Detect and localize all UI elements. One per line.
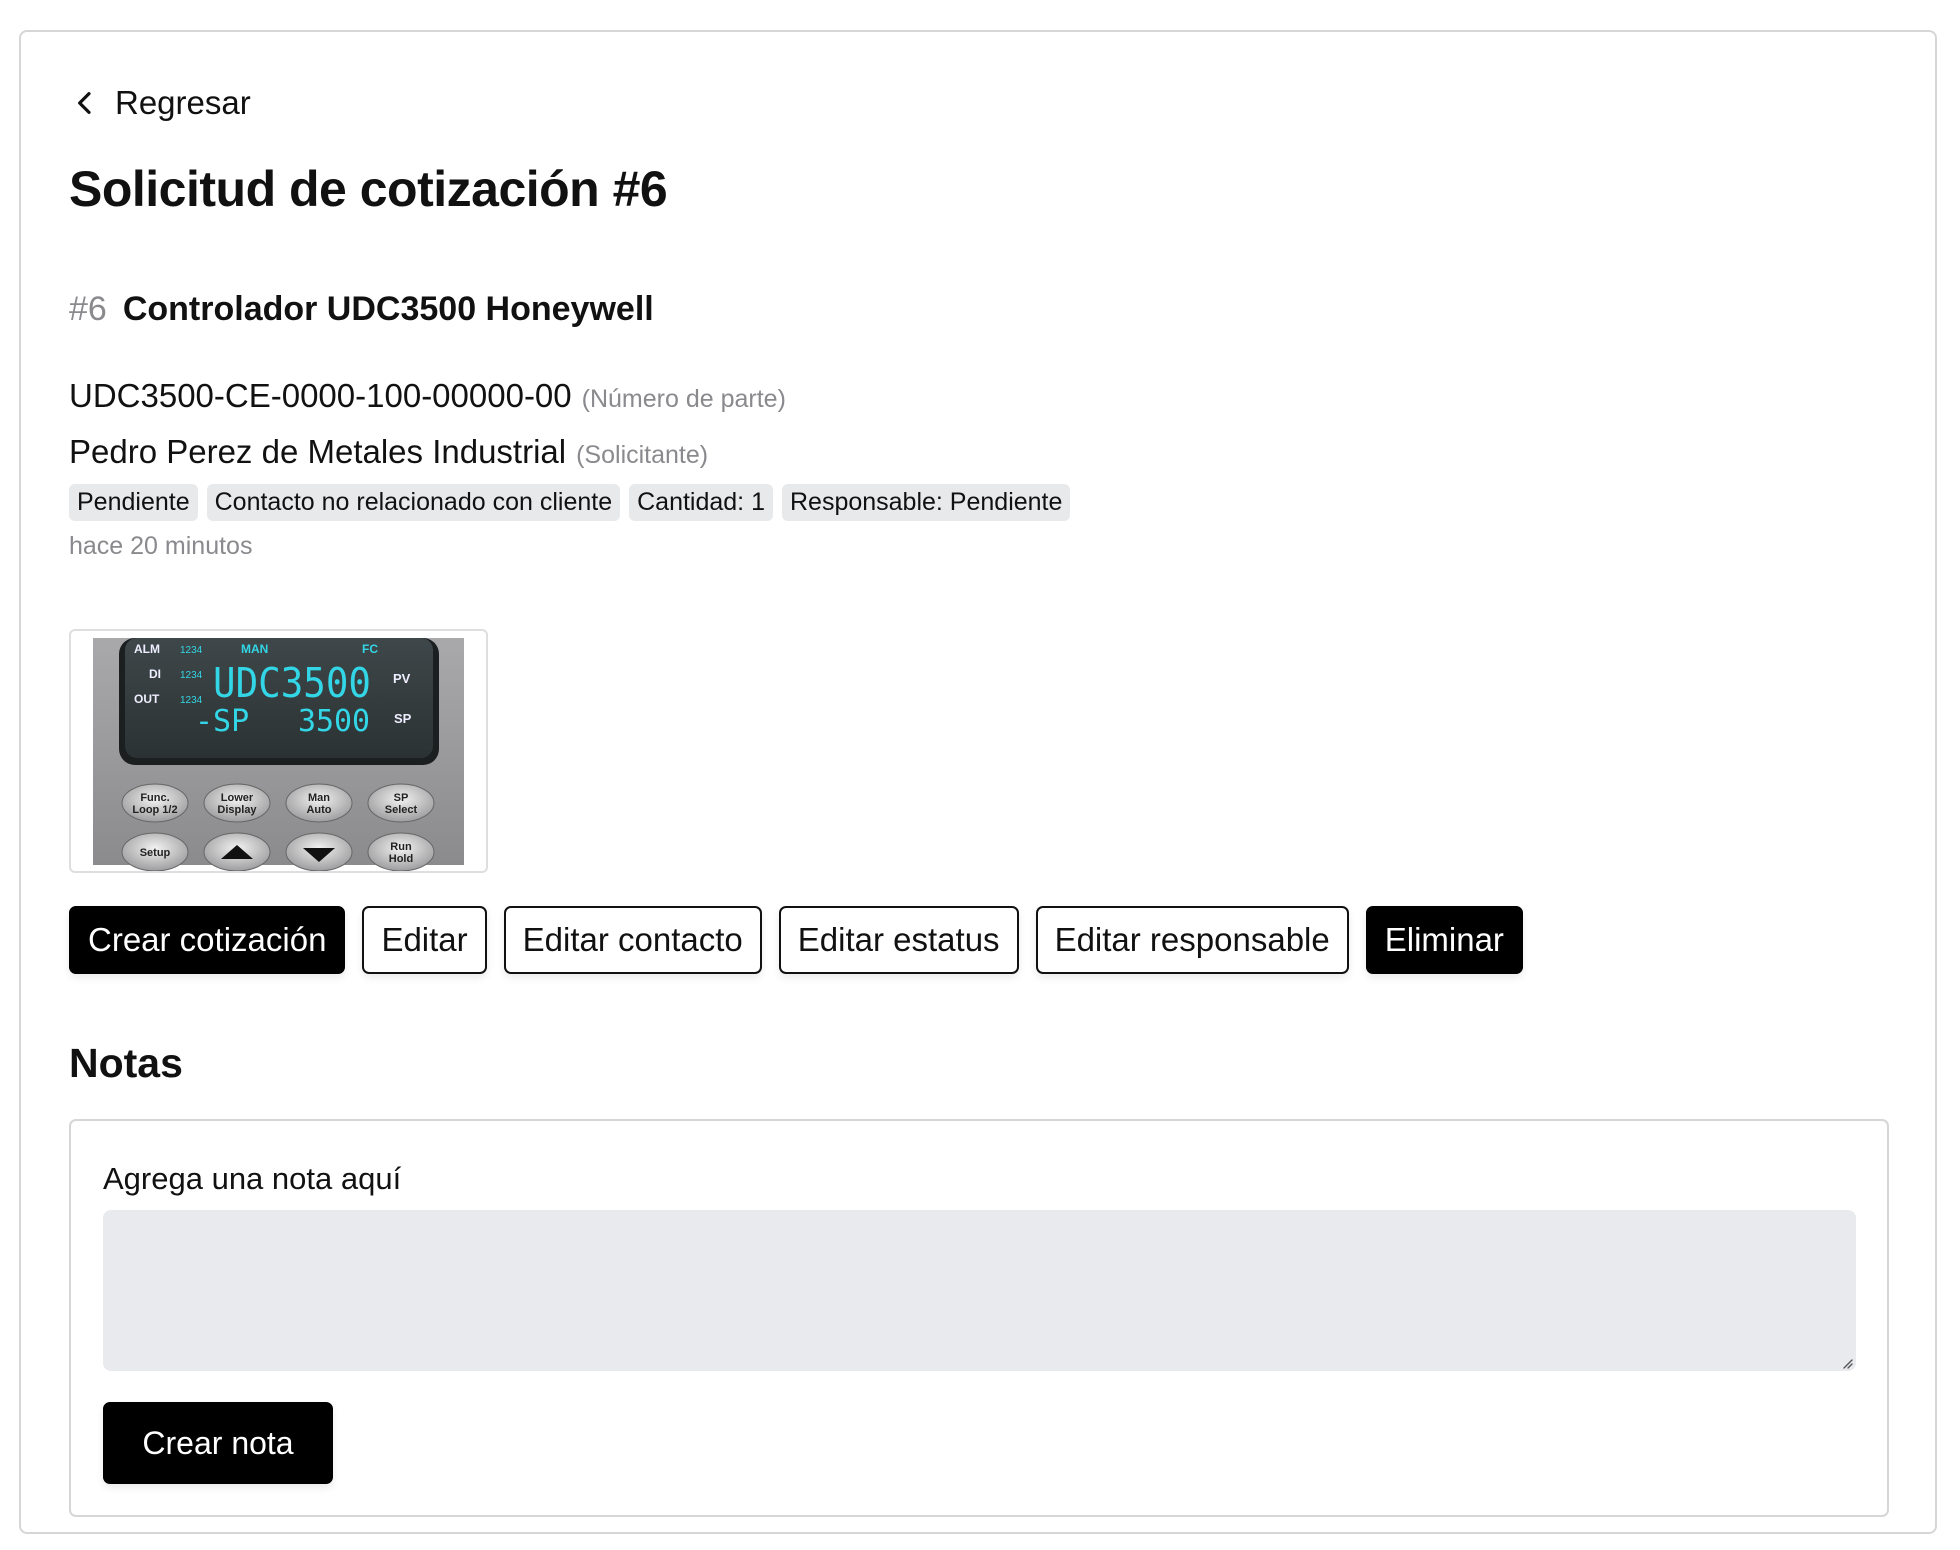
key-run-hold: Run Hold	[367, 832, 435, 871]
key-run-line2: Hold	[389, 853, 413, 865]
back-label: Regresar	[115, 84, 251, 121]
controller-illustration: ALM DI OUT 1234 1234 1234 MAN FC UDC3500…	[93, 638, 464, 871]
item-heading: #6 Controlador UDC3500 Honeywell	[69, 290, 654, 329]
edit-contact-button[interactable]: Editar contacto	[503, 906, 762, 974]
item-name: Controlador UDC3500 Honeywell	[122, 290, 654, 328]
key-func: Func. Loop 1/2	[121, 783, 189, 823]
action-bar: Crear cotización Editar Editar contacto …	[69, 906, 1523, 974]
create-quote-button[interactable]: Crear cotización	[69, 906, 346, 974]
owner-badge: Responsable: Pendiente	[781, 484, 1071, 521]
display-pv: PV	[393, 671, 411, 686]
key-man-line2: Auto	[306, 804, 331, 816]
key-func-line2: Loop 1/2	[132, 804, 177, 816]
display-pv-value: UDC3500	[213, 659, 371, 707]
quantity-badge: Cantidad: 1	[629, 484, 773, 521]
page-title: Solicitud de cotización #6	[69, 161, 668, 217]
edit-status-button[interactable]: Editar estatus	[778, 906, 1019, 974]
edit-owner-button[interactable]: Editar responsable	[1035, 906, 1349, 974]
display-digits-di: 1234	[180, 670, 203, 681]
create-note-button[interactable]: Crear nota	[103, 1402, 333, 1484]
key-sp-line1: SP	[394, 792, 409, 804]
key-lower-line2: Display	[217, 804, 257, 816]
edit-button[interactable]: Editar	[362, 906, 487, 974]
key-man-auto: Man Auto	[285, 783, 353, 823]
requester-row: Pedro Perez de Metales Industrial (Solic…	[69, 433, 708, 471]
display-out: OUT	[134, 692, 160, 706]
key-sp-line2: Select	[385, 804, 418, 816]
part-number-row: UDC3500-CE-0000-100-00000-00 (Número de …	[69, 377, 786, 415]
delete-button[interactable]: Eliminar	[1365, 906, 1523, 974]
display-sp-label: -SP	[195, 704, 249, 739]
display-sp-value: 3500	[298, 704, 370, 739]
notes-field-label: Agrega una nota aquí	[103, 1161, 402, 1196]
display-man: MAN	[241, 642, 268, 656]
notes-textarea[interactable]	[103, 1210, 1856, 1371]
display-di: DI	[149, 667, 161, 681]
notes-heading: Notas	[69, 1040, 183, 1086]
requester-name: Pedro Perez de Metales Industrial	[69, 433, 567, 470]
requester-caption: (Solicitante)	[576, 441, 709, 469]
display-sp: SP	[394, 711, 412, 726]
notes-form: Agrega una nota aquí Crear nota	[69, 1119, 1889, 1517]
key-lower-display: Lower Display	[203, 783, 271, 823]
back-link[interactable]: Regresar	[69, 84, 251, 122]
part-number-caption: (Número de parte)	[581, 385, 786, 413]
display-fc: FC	[362, 642, 378, 656]
status-badges: Pendiente Contacto no relacionado con cl…	[69, 484, 1071, 521]
key-man-line1: Man	[308, 792, 330, 804]
request-detail-card: Regresar Solicitud de cotización #6 #6 C…	[19, 30, 1937, 1534]
key-sp-select: SP Select	[367, 783, 435, 823]
display-digits-alm: 1234	[180, 645, 203, 656]
display-alm: ALM	[134, 642, 160, 656]
part-number: UDC3500-CE-0000-100-00000-00	[69, 377, 572, 414]
chevron-left-icon	[78, 92, 91, 114]
contact-badge: Contacto no relacionado con cliente	[206, 484, 621, 521]
key-setup-label: Setup	[140, 847, 171, 859]
key-run-line1: Run	[390, 841, 412, 853]
status-badge: Pendiente	[69, 484, 198, 521]
key-setup: Setup	[121, 832, 189, 871]
product-image[interactable]: ALM DI OUT 1234 1234 1234 MAN FC UDC3500…	[69, 629, 488, 873]
key-lower-line1: Lower	[221, 792, 254, 804]
key-down	[285, 832, 353, 871]
timestamp: hace 20 minutos	[69, 532, 253, 560]
key-up	[203, 832, 271, 871]
key-func-line1: Func.	[140, 792, 169, 804]
resize-grip-icon[interactable]	[1841, 1357, 1853, 1369]
item-id: #6	[69, 290, 107, 328]
